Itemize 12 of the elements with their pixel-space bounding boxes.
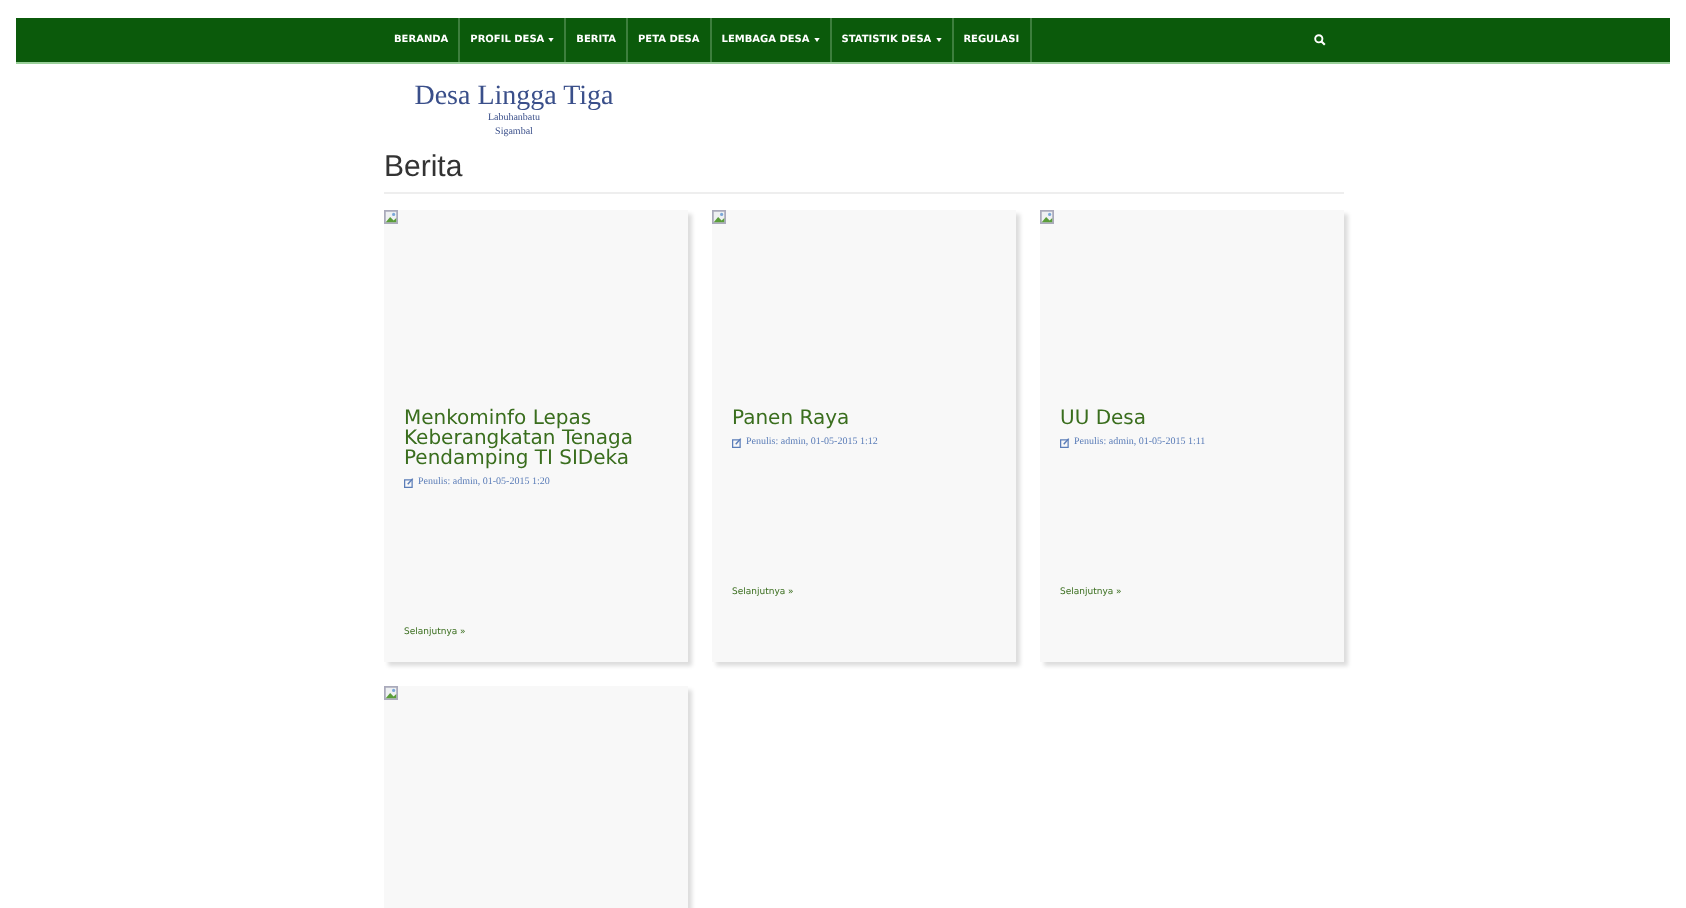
article-title[interactable]: Panen Raya	[732, 410, 850, 430]
edit-icon	[404, 478, 414, 488]
search-icon[interactable]	[1314, 34, 1326, 46]
article-title[interactable]: Menkominfo Lepas Keberangkatan Tenaga Pendamping TI SIDeka	[404, 410, 668, 470]
article-title[interactable]: UU Desa	[1060, 410, 1147, 430]
edit-icon	[1060, 438, 1070, 448]
section-heading: Berita	[384, 150, 1344, 194]
caret-icon	[935, 38, 942, 42]
edit-icon	[732, 438, 742, 448]
caret-icon	[548, 38, 555, 42]
caret-icon	[813, 38, 820, 42]
site-title[interactable]: Desa Lingga Tiga	[384, 82, 644, 112]
